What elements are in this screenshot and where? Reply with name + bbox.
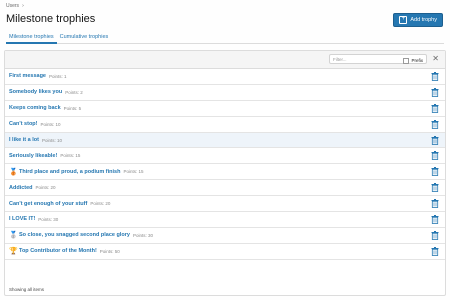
- trophy-row: First message Points: 1: [5, 69, 445, 85]
- delete-trash-icon[interactable]: [431, 72, 439, 81]
- delete-trash-icon[interactable]: [431, 103, 439, 113]
- delete-trash-icon[interactable]: [431, 167, 439, 177]
- trophy-name-link[interactable]: Somebody likes you: [9, 89, 62, 95]
- delete-trash-icon[interactable]: [431, 183, 439, 193]
- filter-placeholder: Filter...: [333, 57, 347, 62]
- trophy-row: Seriously likeable! Points: 15: [5, 148, 445, 165]
- filter-input[interactable]: Filter... Prefix: [329, 54, 427, 64]
- trophy-name-link[interactable]: First message: [9, 73, 46, 79]
- trophy-row: Keeps coming back Points: 5: [5, 101, 445, 117]
- delete-trash-icon[interactable]: [431, 119, 439, 129]
- trophy-name-link[interactable]: Addicted: [9, 185, 33, 191]
- page-title: Milestone trophies: [6, 13, 96, 25]
- trophy-points: Points: 30: [38, 216, 59, 222]
- delete-trash-icon[interactable]: [431, 215, 439, 224]
- trophy-points: Points: 30: [132, 232, 153, 238]
- add-trophy-label: Add trophy: [410, 17, 437, 23]
- clear-filter-icon[interactable]: ✕: [432, 54, 439, 64]
- trophy-name-link[interactable]: So close, you snagged second place glory: [19, 232, 130, 238]
- delete-trash-icon[interactable]: [431, 199, 439, 209]
- breadcrumb-users-link[interactable]: Users: [6, 3, 19, 9]
- silver-medal-icon: 🥈: [9, 232, 18, 240]
- breadcrumb: Users ›: [6, 3, 24, 9]
- delete-trash-icon[interactable]: [431, 246, 439, 256]
- trophy-row: 🥉 Third place and proud, a podium finish P…: [5, 164, 445, 181]
- delete-trash-icon[interactable]: [431, 230, 439, 240]
- trophy-points: Points: 5: [63, 105, 82, 111]
- add-trophy-button[interactable]: + Add trophy: [393, 13, 443, 27]
- trophy-name-link[interactable]: Top Contributor of the Month!: [19, 248, 97, 254]
- trophy-row: Addicted Points: 20: [5, 180, 445, 197]
- trophy-name-link[interactable]: Can't stop!: [9, 121, 38, 127]
- trophy-row: Somebody likes you Points: 2: [5, 85, 445, 101]
- trophy-name-link[interactable]: Can't get enough of your stuff: [9, 201, 87, 207]
- plus-icon: +: [399, 16, 408, 24]
- trophy-row: 🏆 Top Contributor of the Month! Points: 50: [5, 244, 445, 260]
- delete-trash-icon[interactable]: [431, 87, 439, 97]
- trophy-points: Points: 15: [60, 153, 81, 159]
- tab-milestone-trophies[interactable]: Milestone trophies: [6, 32, 57, 44]
- trophy-points: Points: 10: [40, 121, 61, 127]
- trophy-row: I like it a lot Points: 10: [5, 132, 445, 149]
- trophy-points: Points: 10: [41, 137, 62, 143]
- trophy-points: Points: 50: [99, 248, 120, 254]
- trophy-name-link[interactable]: Seriously likeable!: [9, 153, 57, 159]
- prefix-checkbox[interactable]: [403, 57, 410, 64]
- trophy-name-link[interactable]: I LOVE IT!: [9, 216, 35, 222]
- prefix-toggle[interactable]: Prefix: [403, 56, 423, 65]
- list-footer: Showing all items: [9, 287, 45, 292]
- trophy-points: Points: 1: [49, 73, 67, 79]
- breadcrumb-separator: ›: [22, 3, 24, 9]
- trophy-row: 🥈 So close, you snagged second place glor…: [5, 228, 445, 244]
- trophy-points: Points: 20: [90, 201, 111, 207]
- trophy-points: Points: 2: [65, 89, 83, 95]
- trophy-name-link[interactable]: I like it a lot: [9, 137, 39, 143]
- filter-toolbar: Filter... Prefix ✕: [5, 51, 445, 69]
- gold-trophy-icon: 🏆: [9, 248, 18, 256]
- trophy-row: I LOVE IT! Points: 30: [5, 212, 445, 228]
- trophy-row: Can't stop! Points: 10: [5, 117, 445, 133]
- tab-cumulative-trophies[interactable]: Cumulative trophies: [57, 32, 112, 42]
- trophy-list-panel: Filter... Prefix ✕ First message Points: …: [4, 50, 446, 296]
- trophy-name-link[interactable]: Third place and proud, a podium finish: [19, 169, 120, 175]
- delete-trash-icon[interactable]: [431, 151, 439, 161]
- prefix-label: Prefix: [411, 58, 423, 63]
- delete-trash-icon[interactable]: [431, 135, 439, 145]
- trophy-points: Points: 20: [35, 185, 56, 191]
- trophy-points: Points: 15: [123, 169, 144, 175]
- tab-bar: Milestone trophies Cumulative trophies: [6, 32, 444, 44]
- bronze-medal-icon: 🥉: [9, 168, 18, 176]
- trophy-list: First message Points: 1 Somebody likes you…: [5, 69, 445, 260]
- trophy-name-link[interactable]: Keeps coming back: [9, 105, 61, 111]
- trophy-row: Can't get enough of your stuff Points: 20: [5, 196, 445, 213]
